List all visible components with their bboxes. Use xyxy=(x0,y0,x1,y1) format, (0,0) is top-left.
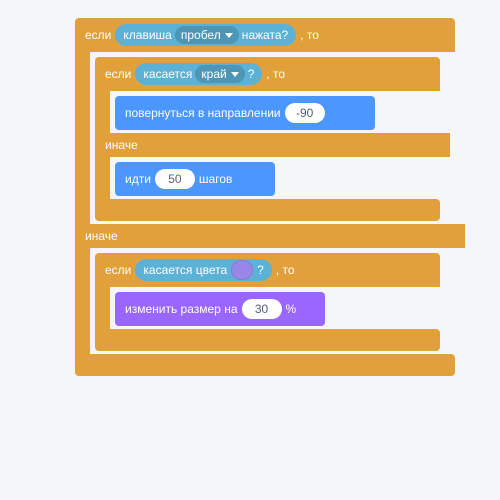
chevron-down-icon xyxy=(225,33,233,38)
if-block-outer-true-branch: если касается край ? , то повернуться в … xyxy=(75,52,455,224)
touching-dropdown[interactable]: край xyxy=(195,65,244,83)
direction-input[interactable]: -90 xyxy=(285,103,325,123)
chevron-down-icon xyxy=(231,72,239,77)
if-block-edge-false-branch: идти 50 шагов xyxy=(95,157,440,199)
point-in-direction-block[interactable]: повернуться в направлении -90 xyxy=(115,96,375,130)
c-arm xyxy=(75,52,90,224)
c-cap xyxy=(95,199,440,221)
keyword-then: , то xyxy=(300,28,319,42)
if-block-edge-header[interactable]: если касается край ? , то xyxy=(95,57,440,91)
if-block-outer-false-branch: если касается цвета ? , то изменить разм… xyxy=(75,248,455,354)
move-steps-block[interactable]: идти 50 шагов xyxy=(115,162,275,196)
steps-input[interactable]: 50 xyxy=(155,169,195,189)
c-cap-outer xyxy=(75,354,455,376)
touching-color-reporter[interactable]: касается цвета ? xyxy=(135,259,271,281)
if-block-color-header[interactable]: если касается цвета ? , то xyxy=(95,253,440,287)
touching-reporter[interactable]: касается край ? xyxy=(135,63,262,85)
else-bar-outer[interactable]: иначе xyxy=(75,224,465,248)
if-block-outer-header[interactable]: если клавиша пробел нажата? , то xyxy=(75,18,455,52)
if-block-color-true-branch: изменить размер на 30 % xyxy=(95,287,440,329)
key-pressed-reporter[interactable]: клавиша пробел нажата? xyxy=(115,24,296,46)
key-dropdown[interactable]: пробел xyxy=(175,26,239,44)
keyword-if: если xyxy=(85,28,111,42)
scratch-script: если клавиша пробел нажата? , то если ка… xyxy=(75,18,455,376)
color-input[interactable] xyxy=(231,260,253,280)
c-cap xyxy=(95,329,440,351)
change-size-block[interactable]: изменить размер на 30 % xyxy=(115,292,325,326)
size-input[interactable]: 30 xyxy=(242,299,282,319)
else-bar-edge[interactable]: иначе xyxy=(95,133,450,157)
if-block-edge-true-branch: повернуться в направлении -90 xyxy=(95,91,440,133)
